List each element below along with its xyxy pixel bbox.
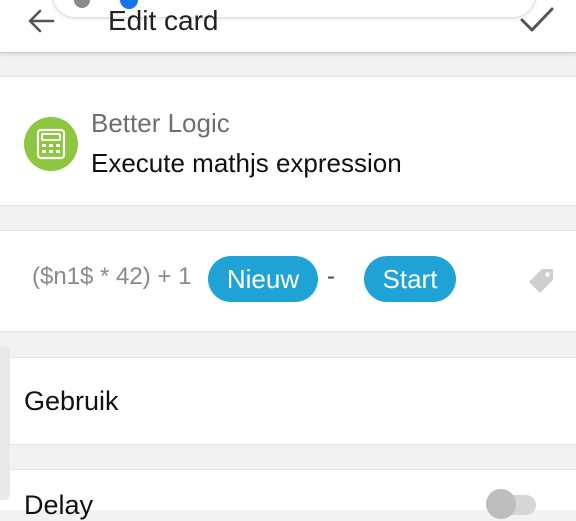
tag-icon[interactable]: [526, 266, 556, 296]
card-info-panel: Better Logic Execute mathjs expression: [0, 76, 576, 206]
page-title: Edit card: [108, 5, 219, 36]
scroll-edge-handle[interactable]: [0, 346, 10, 500]
checkmark-icon: [520, 7, 554, 32]
app-header: Edit card: [0, 0, 576, 53]
card-name: Execute mathjs expression: [91, 148, 402, 178]
tag-nieuw[interactable]: Nieuw: [208, 256, 318, 302]
expression-row[interactable]: ($n1$ * 42) + 1 Nieuw - Start: [0, 230, 576, 332]
delay-toggle[interactable]: [486, 489, 538, 519]
delay-label: Delay: [24, 490, 94, 520]
save-button[interactable]: [518, 4, 556, 36]
app-name: Better Logic: [91, 108, 230, 138]
tag-start[interactable]: Start: [364, 256, 456, 302]
delay-row: Delay: [0, 469, 576, 520]
calculator-icon: [24, 117, 78, 171]
arrow-left-icon: [28, 9, 55, 33]
expression-separator: -: [327, 263, 335, 290]
gebruik-row[interactable]: Gebruik: [0, 357, 576, 445]
gebruik-label: Gebruik: [24, 386, 119, 416]
back-button[interactable]: [26, 6, 56, 36]
toggle-knob: [486, 489, 516, 519]
expression-text[interactable]: ($n1$ * 42) + 1: [32, 263, 191, 291]
